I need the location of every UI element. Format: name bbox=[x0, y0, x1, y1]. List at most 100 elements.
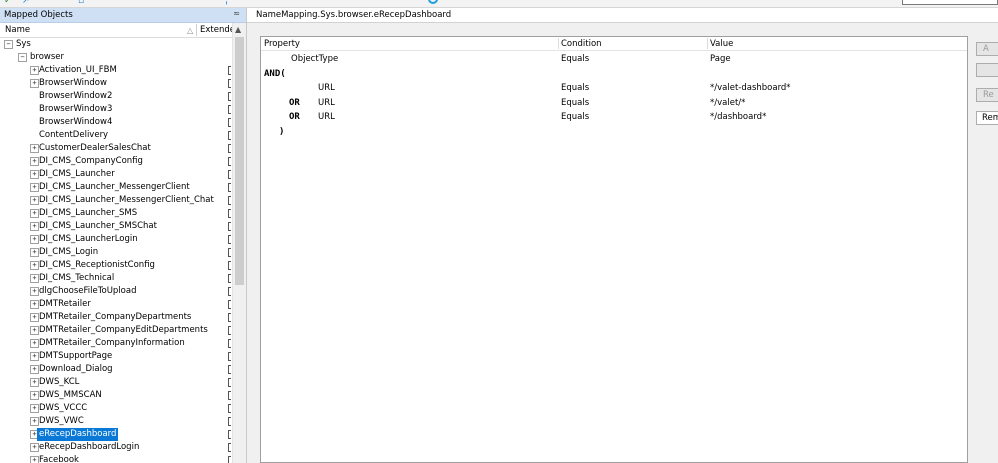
tree-node-label[interactable]: DI_CMS_CompanyConfig bbox=[37, 155, 145, 168]
tree-node-label[interactable]: DMTRetailer_CompanyDepartments bbox=[37, 311, 193, 324]
tree-node-label[interactable]: DWS_MMSCAN bbox=[37, 389, 104, 402]
column-separator[interactable] bbox=[196, 24, 197, 36]
tree-scrollbar[interactable]: ▲ bbox=[232, 23, 246, 463]
collapse-panel-icon[interactable]: ≈ bbox=[233, 9, 240, 18]
tree-node-label[interactable]: DI_CMS_ReceptionistConfig bbox=[37, 259, 157, 272]
tree-node[interactable]: + DI_CMS_LauncherLogin bbox=[0, 233, 231, 246]
extended-find-checkbox[interactable] bbox=[228, 79, 231, 88]
tree-node[interactable]: + DI_CMS_Launcher_MessengerClient bbox=[0, 181, 231, 194]
extended-find-checkbox[interactable] bbox=[228, 261, 231, 270]
tree-node-label[interactable]: DI_CMS_LauncherLogin bbox=[37, 233, 140, 246]
tree-node-label[interactable]: DI_CMS_Launcher_SMSChat bbox=[37, 220, 159, 233]
property-row[interactable]: OR URL Equals */valet/* bbox=[261, 96, 967, 109]
extended-find-checkbox[interactable] bbox=[228, 339, 231, 348]
extended-find-checkbox[interactable] bbox=[228, 118, 231, 127]
extended-find-checkbox[interactable] bbox=[228, 456, 231, 463]
tree-node-label[interactable]: DMTRetailer bbox=[37, 298, 93, 311]
scroll-up-icon[interactable]: ▲ bbox=[235, 25, 241, 34]
extended-find-checkbox[interactable] bbox=[228, 235, 231, 244]
tree-node[interactable]: + DMTRetailer_CompanyDepartments bbox=[0, 311, 231, 324]
tree-node[interactable]: + DWS_MMSCAN bbox=[0, 389, 231, 402]
toolbar-pin-icon[interactable]: ¦ bbox=[225, 0, 228, 6]
column-separator[interactable] bbox=[558, 38, 559, 49]
tree-node[interactable]: BrowserWindow2 bbox=[0, 90, 231, 103]
tree-node-label[interactable]: BrowserWindow2 bbox=[37, 90, 114, 103]
extended-find-checkbox[interactable] bbox=[228, 131, 231, 140]
extended-find-checkbox[interactable] bbox=[228, 170, 231, 179]
property-row[interactable]: OR URL Equals */dashboard* bbox=[261, 110, 967, 123]
extended-find-checkbox[interactable] bbox=[228, 66, 231, 75]
tree-node[interactable]: + DI_CMS_Launcher bbox=[0, 168, 231, 181]
tree-node-label[interactable]: ContentDelivery bbox=[37, 129, 110, 142]
tree-node-label[interactable]: DWS_VWC bbox=[37, 415, 86, 428]
extended-find-checkbox[interactable] bbox=[228, 209, 231, 218]
property-row[interactable]: ObjectType Equals Page bbox=[261, 52, 967, 65]
tree-node-label[interactable]: BrowserWindow bbox=[37, 77, 109, 90]
extended-find-checkbox[interactable] bbox=[228, 300, 231, 309]
tree-node[interactable]: + DMTSupportPage bbox=[0, 350, 231, 363]
tree-node[interactable]: − Sys bbox=[0, 38, 231, 51]
tree-node[interactable]: + Download_Dialog bbox=[0, 363, 231, 376]
tree-node[interactable]: + eRecepDashboard bbox=[0, 428, 231, 441]
tree-node[interactable]: + dlgChooseFileToUpload bbox=[0, 285, 231, 298]
tree-node[interactable]: + DI_CMS_Launcher_SMS bbox=[0, 207, 231, 220]
tree-node[interactable]: + DMTRetailer bbox=[0, 298, 231, 311]
value-column-header[interactable]: Value bbox=[710, 39, 733, 49]
tree-node-label[interactable]: DMTSupportPage bbox=[37, 350, 114, 363]
tree-node-label[interactable]: DI_CMS_Launcher_MessengerClient bbox=[37, 181, 192, 194]
tree-node-label[interactable]: eRecepDashboard bbox=[37, 428, 119, 441]
tree-node[interactable]: + DWS_VWC bbox=[0, 415, 231, 428]
tree-node-label[interactable]: DMTRetailer_CompanyEditDepartments bbox=[37, 324, 210, 337]
extended-find-checkbox[interactable] bbox=[228, 274, 231, 283]
extended-find-checkbox[interactable] bbox=[228, 352, 231, 361]
tree-node[interactable]: + DI_CMS_Login bbox=[0, 246, 231, 259]
extended-find-checkbox[interactable] bbox=[228, 443, 231, 452]
extended-find-checkbox[interactable] bbox=[228, 105, 231, 114]
tree-node[interactable]: + DI_CMS_CompanyConfig bbox=[0, 155, 231, 168]
property-row[interactable]: ) bbox=[261, 125, 967, 138]
tree-node[interactable]: + DWS_VCCC bbox=[0, 402, 231, 415]
property-row[interactable]: URL Equals */valet-dashboard* bbox=[261, 81, 967, 94]
tree-node[interactable]: + Activation_UI_FBM bbox=[0, 64, 231, 77]
extended-find-checkbox[interactable] bbox=[228, 430, 231, 439]
tree-node-label[interactable]: BrowserWindow3 bbox=[37, 103, 114, 116]
tree-node[interactable]: + DI_CMS_Launcher_SMSChat bbox=[0, 220, 231, 233]
tree-node-label[interactable]: Facebook bbox=[37, 454, 81, 463]
tree-node[interactable]: BrowserWindow3 bbox=[0, 103, 231, 116]
extended-find-checkbox[interactable] bbox=[228, 248, 231, 257]
identification-properties-grid[interactable]: Property Condition Value ObjectType Equal… bbox=[260, 36, 968, 463]
column-extended-header[interactable]: Extende bbox=[200, 25, 235, 35]
tree-node-label[interactable]: DI_CMS_Launcher bbox=[37, 168, 117, 181]
toolbar-check-icon[interactable]: ✓ bbox=[4, 0, 12, 6]
extended-find-checkbox[interactable] bbox=[228, 391, 231, 400]
side-button-4[interactable]: Rem bbox=[976, 111, 998, 125]
extended-find-checkbox[interactable] bbox=[228, 287, 231, 296]
side-button-3[interactable]: Re bbox=[976, 88, 998, 102]
tree-node-label[interactable]: DI_CMS_Launcher_SMS bbox=[37, 207, 139, 220]
tree-node[interactable]: BrowserWindow4 bbox=[0, 116, 231, 129]
tree-node[interactable]: + eRecepDashboardLogin bbox=[0, 441, 231, 454]
side-button-1[interactable]: A bbox=[976, 42, 998, 56]
tree-node[interactable]: + DI_CMS_ReceptionistConfig bbox=[0, 259, 231, 272]
tree-node[interactable]: + DWS_KCL bbox=[0, 376, 231, 389]
tree-node-label[interactable]: browser bbox=[28, 51, 66, 64]
collapse-icon[interactable]: − bbox=[18, 53, 27, 62]
tree-node-label[interactable]: DI_CMS_Technical bbox=[37, 272, 116, 285]
extended-find-checkbox[interactable] bbox=[228, 144, 231, 153]
tree-node-label[interactable]: DMTRetailer_CompanyInformation bbox=[37, 337, 187, 350]
extended-find-checkbox[interactable] bbox=[228, 378, 231, 387]
tree-node-label[interactable]: DI_CMS_Login bbox=[37, 246, 100, 259]
extended-find-checkbox[interactable] bbox=[228, 222, 231, 231]
tree-node[interactable]: ContentDelivery bbox=[0, 129, 231, 142]
column-separator[interactable] bbox=[707, 38, 708, 49]
side-button-2[interactable] bbox=[976, 63, 998, 77]
tree-node-label[interactable]: dlgChooseFileToUpload bbox=[37, 285, 139, 298]
tree-node-label[interactable]: DI_CMS_Launcher_MessengerClient_Chat bbox=[37, 194, 216, 207]
condition-column-header[interactable]: Condition bbox=[561, 39, 602, 49]
tree-node[interactable]: − browser bbox=[0, 51, 231, 64]
tree-node-label[interactable]: CustomerDealerSalesChat bbox=[37, 142, 153, 155]
tree-node[interactable]: + Facebook bbox=[0, 454, 231, 463]
property-column-header[interactable]: Property bbox=[264, 39, 300, 49]
tree-node-label[interactable]: DWS_KCL bbox=[37, 376, 81, 389]
toolbar-refresh-icon[interactable] bbox=[428, 0, 438, 4]
